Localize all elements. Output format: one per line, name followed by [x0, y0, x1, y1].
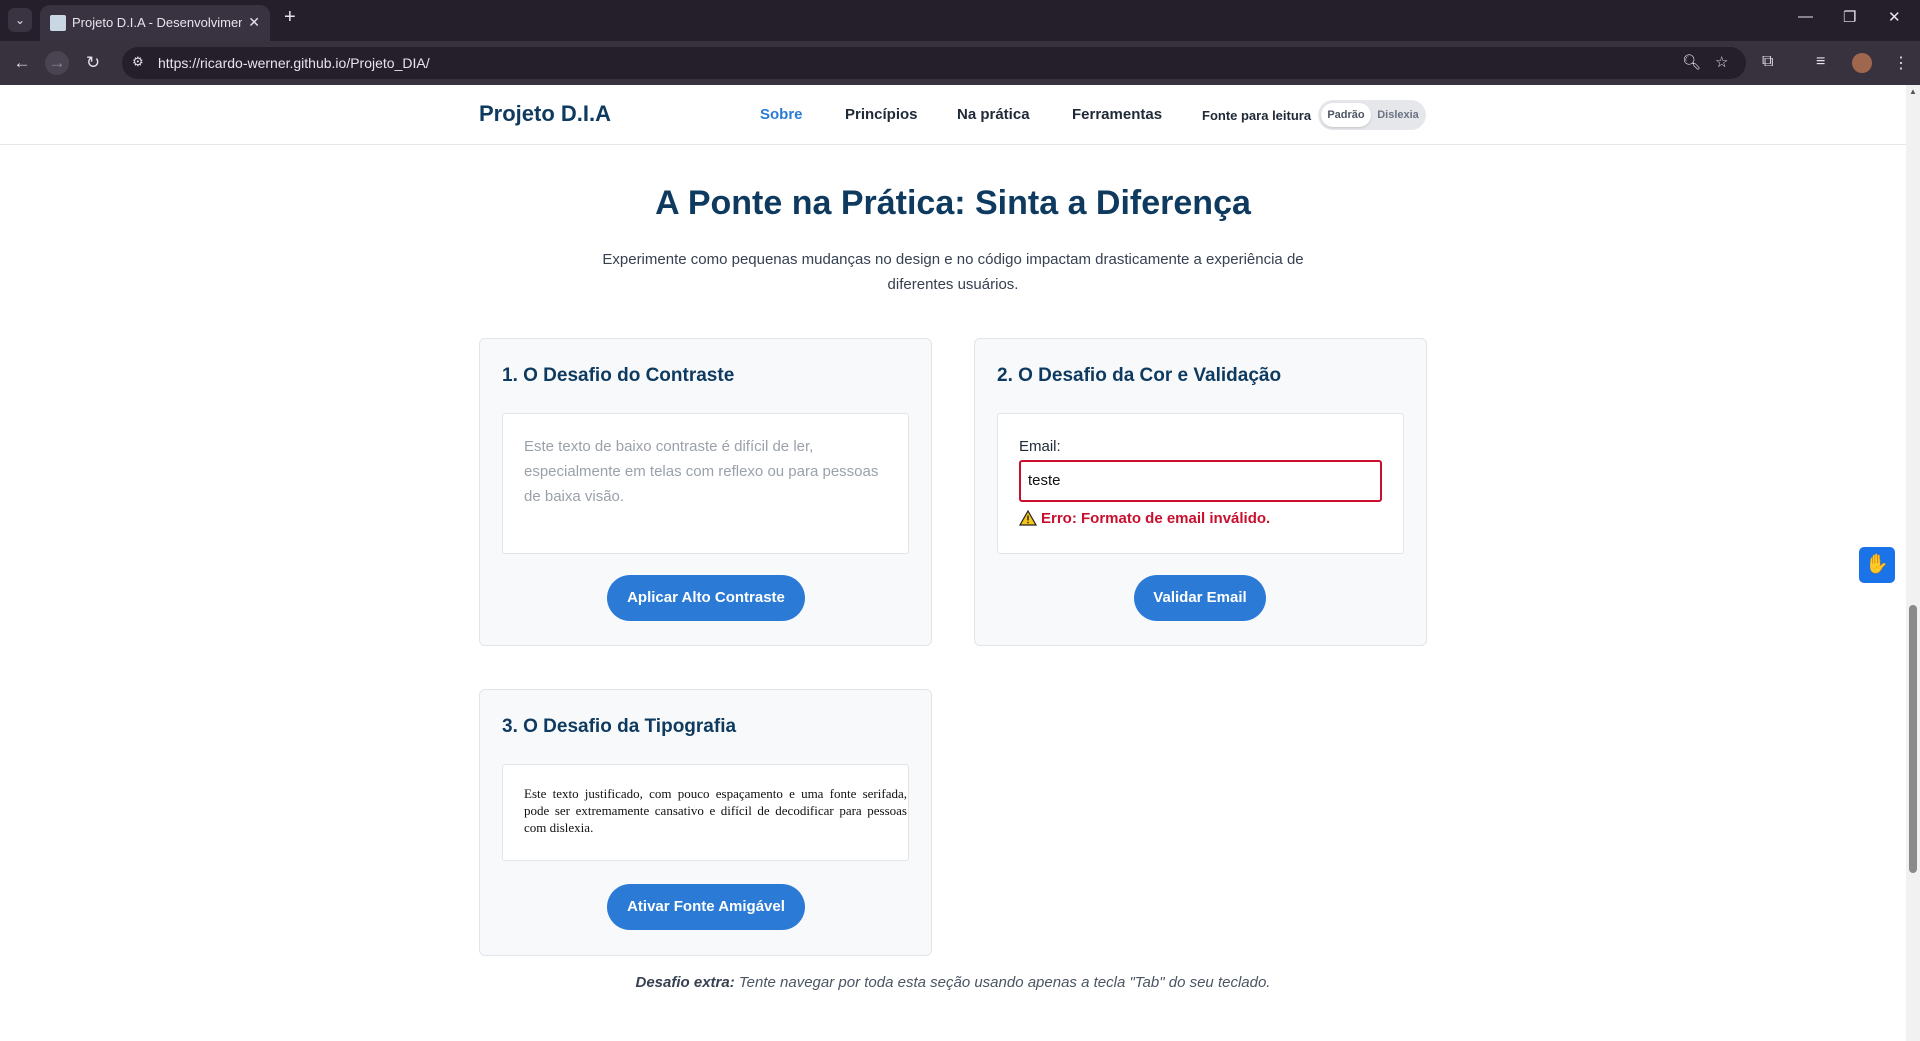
scroll-up-icon[interactable]: ▲ [1909, 87, 1917, 96]
page-scrollbar[interactable]: ▲ [1906, 85, 1920, 1041]
site-header: Projeto D.I.A Sobre Princípios Na prátic… [0, 85, 1906, 145]
restore-icon[interactable]: ❐ [1843, 8, 1856, 26]
font-option-padrao[interactable]: Padrão [1321, 103, 1371, 127]
site-brand[interactable]: Projeto D.I.A [479, 101, 611, 127]
email-label: Email: [1019, 438, 1061, 455]
media-controls-icon[interactable]: ≡ [1816, 53, 1825, 71]
enable-friendly-font-button[interactable]: Ativar Fonte Amigável [607, 884, 805, 930]
page-viewport: Projeto D.I.A Sobre Princípios Na prátic… [0, 85, 1906, 1041]
tab-title: Projeto D.I.A - Desenvolvimento [72, 15, 242, 30]
typography-challenge-card: 3. O Desafio da Tipografia Este texto ju… [479, 689, 932, 956]
warning-icon [1019, 510, 1037, 526]
card-title: 2. O Desafio da Cor e Validação [997, 365, 1282, 386]
apply-high-contrast-button[interactable]: Aplicar Alto Contraste [607, 575, 805, 621]
nav-link-sobre[interactable]: Sobre [760, 106, 803, 123]
email-input[interactable]: teste [1019, 460, 1382, 502]
back-icon[interactable]: ← [10, 51, 34, 75]
tab-favicon-icon [50, 15, 66, 31]
extra-challenge-label: Desafio extra: [635, 974, 735, 991]
card-title: 1. O Desafio do Contraste [502, 365, 735, 386]
nav-link-na-pratica[interactable]: Na prática [957, 106, 1030, 123]
minimize-icon[interactable]: — [1798, 8, 1813, 25]
section-subtitle: Experimente como pequenas mudanças no de… [602, 251, 1304, 293]
new-tab-icon[interactable]: + [284, 6, 296, 29]
zoom-icon[interactable]: 🔍︎ [1682, 53, 1701, 71]
profile-avatar[interactable] [1852, 53, 1872, 73]
site-info-icon[interactable]: ⚙ [132, 54, 144, 70]
contrast-challenge-card: 1. O Desafio do Contraste Este texto de … [479, 338, 932, 646]
extensions-icon[interactable]: ⧉ [1762, 53, 1773, 71]
low-contrast-text: Este texto de baixo contraste é difícil … [524, 438, 879, 505]
section-title: A Ponte na Prática: Sinta a Diferença [655, 184, 1251, 222]
font-toggle-label: Fonte para leitura [1202, 108, 1312, 123]
sign-language-accessibility-icon[interactable]: ✋ [1859, 547, 1895, 583]
url-text[interactable]: https://ricardo-werner.github.io/Projeto… [158, 55, 430, 71]
font-option-dislexia[interactable]: Dislexia [1373, 103, 1423, 127]
contrast-sample-box: Este texto de baixo contraste é difícil … [502, 413, 909, 554]
font-toggle[interactable]: Padrão Dislexia [1318, 100, 1426, 130]
error-text: Erro: Formato de email inválido. [1041, 510, 1271, 527]
typography-sample-box: Este texto justificado, com pouco espaça… [502, 764, 909, 861]
menu-kebab-icon[interactable]: ⋮ [1893, 53, 1909, 73]
reload-icon[interactable]: ↻ [81, 51, 105, 75]
nav-link-principios[interactable]: Princípios [845, 106, 918, 123]
bookmark-star-icon[interactable]: ☆ [1715, 53, 1728, 71]
close-icon[interactable]: ✕ [248, 14, 260, 31]
forward-icon[interactable]: → [45, 51, 69, 75]
extra-challenge-text: Tente navegar por toda esta seção usando… [734, 974, 1271, 991]
validate-email-button[interactable]: Validar Email [1134, 575, 1266, 621]
email-form-box: Email: teste Erro: Formato de email invá… [997, 413, 1404, 554]
browser-toolbar: ← → ↻ ⚙ https://ricardo-werner.github.io… [0, 41, 1920, 85]
browser-tab[interactable]: Projeto D.I.A - Desenvolvimento ✕ [40, 5, 270, 41]
nav-link-ferramentas[interactable]: Ferramentas [1072, 106, 1162, 123]
card-title: 3. O Desafio da Tipografia [502, 716, 737, 737]
extra-challenge-note: Desafio extra: Tente navegar por toda es… [0, 974, 1906, 991]
scrollbar-thumb[interactable] [1909, 605, 1917, 873]
color-validation-card: 2. O Desafio da Cor e Validação Email: t… [974, 338, 1427, 646]
window-close-icon[interactable]: ✕ [1888, 8, 1901, 26]
tab-search-icon[interactable]: ⌄ [8, 8, 32, 32]
serif-justified-text: Este texto justificado, com pouco espaça… [524, 786, 907, 835]
address-bar[interactable]: ⚙ https://ricardo-werner.github.io/Proje… [122, 47, 1746, 79]
browser-tabbar: ⌄ Projeto D.I.A - Desenvolvimento ✕ + — … [0, 0, 1920, 41]
